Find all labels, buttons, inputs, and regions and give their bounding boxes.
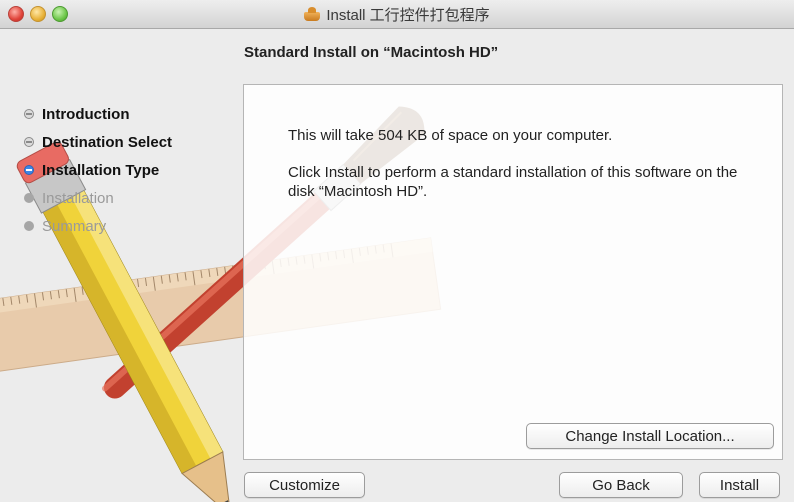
installer-window: Install 工行控件打包程序 Standard Install on “Ma…: [0, 0, 794, 502]
installer-steps-list: Introduction Destination Select Installa…: [24, 100, 172, 240]
page-title: Standard Install on “Macintosh HD”: [244, 44, 499, 61]
step-label: Installation Type: [42, 161, 160, 179]
change-install-location-button[interactable]: Change Install Location...: [526, 423, 774, 449]
go-back-button[interactable]: Go Back: [559, 472, 683, 498]
step-pending-bullet-icon: [24, 221, 34, 231]
step-installation: Installation: [24, 184, 172, 212]
step-summary: Summary: [24, 212, 172, 240]
step-done-bullet-icon: [24, 137, 34, 147]
step-label: Summary: [42, 217, 107, 235]
step-destination-select: Destination Select: [24, 128, 172, 156]
disk-space-message: This will take 504 KB of space on your c…: [288, 127, 613, 144]
customize-button[interactable]: Customize: [244, 472, 365, 498]
step-current-bullet-icon: [24, 165, 34, 175]
step-label: Installation: [42, 189, 114, 207]
window-title: Install 工行控件打包程序: [326, 6, 490, 24]
step-label: Destination Select: [42, 133, 173, 151]
install-instruction-message: Click Install to perform a standard inst…: [288, 164, 738, 200]
install-button[interactable]: Install: [699, 472, 780, 498]
step-label: Introduction: [42, 105, 130, 123]
step-pending-bullet-icon: [24, 193, 34, 203]
package-box-icon: [304, 7, 321, 21]
window-title-group: Install 工行控件打包程序: [0, 0, 794, 28]
install-info-panel: This will take 504 KB of space on your c…: [243, 84, 783, 460]
step-introduction: Introduction: [24, 100, 172, 128]
title-bar: Install 工行控件打包程序: [0, 0, 794, 29]
step-installation-type: Installation Type: [24, 156, 172, 184]
step-done-bullet-icon: [24, 109, 34, 119]
